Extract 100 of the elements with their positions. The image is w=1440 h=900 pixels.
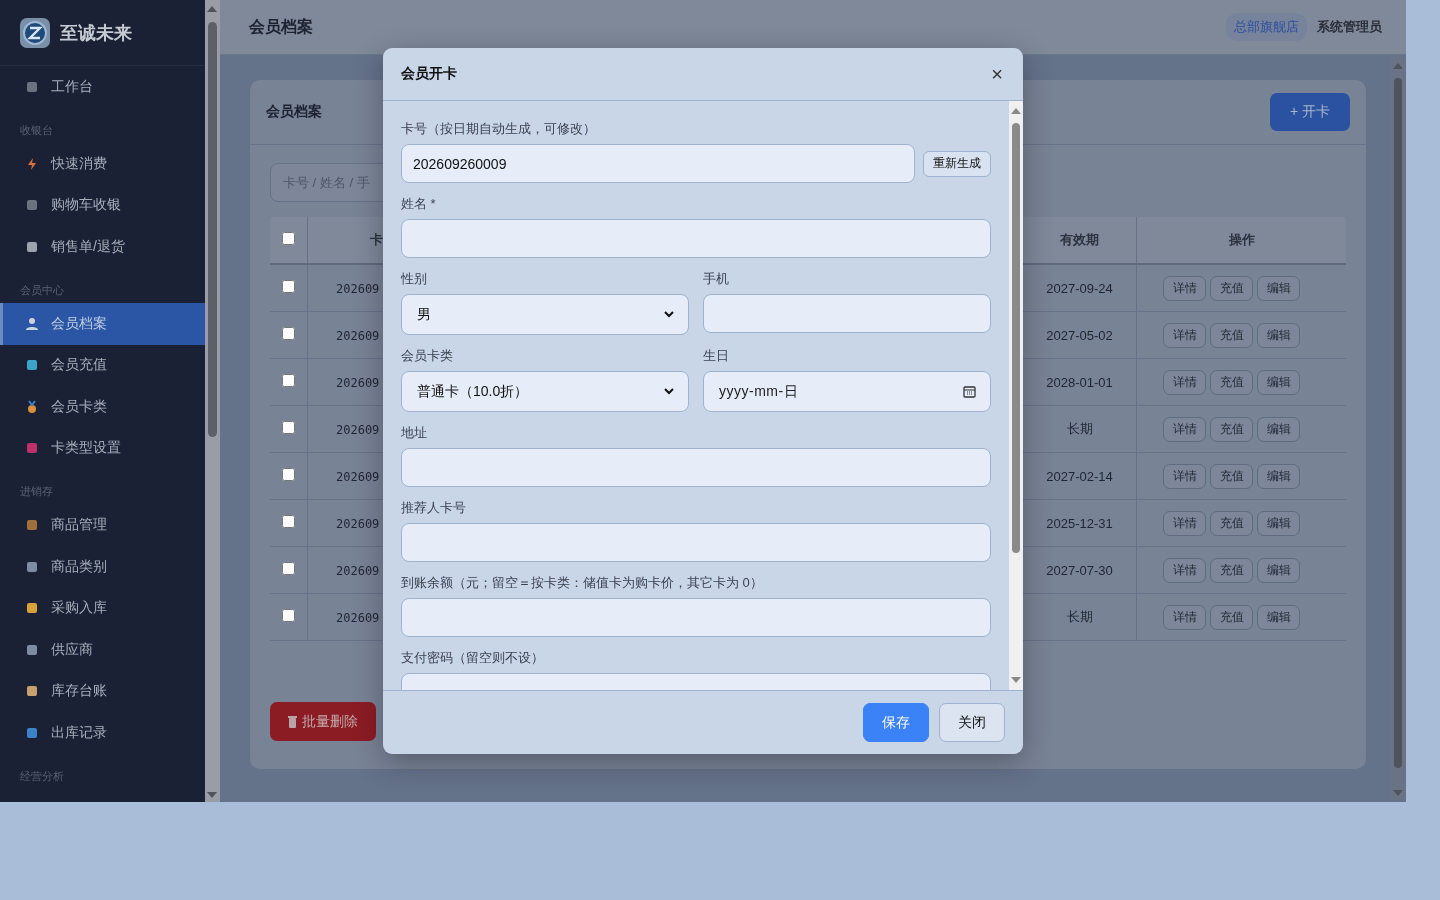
- row-action-button[interactable]: 充值: [1210, 604, 1253, 630]
- row-action-button[interactable]: 编辑: [1257, 275, 1300, 301]
- row-action-button[interactable]: 充值: [1210, 275, 1253, 301]
- row-action-button[interactable]: 编辑: [1257, 557, 1300, 583]
- scrollbar-thumb[interactable]: [1012, 123, 1020, 553]
- row-action-button[interactable]: 充值: [1210, 557, 1253, 583]
- input-field[interactable]: [401, 448, 991, 487]
- nav-item[interactable]: 会员档案: [0, 303, 205, 345]
- field-label: 支付密码（留空则不设）: [401, 650, 545, 666]
- nav-icon: [25, 399, 39, 414]
- nav-item[interactable]: 商品管理: [0, 504, 205, 546]
- input-field[interactable]: [401, 219, 991, 258]
- row-action-button[interactable]: 充值: [1210, 369, 1253, 395]
- row-action-button[interactable]: 详情: [1163, 322, 1206, 348]
- checkbox[interactable]: [282, 468, 295, 481]
- nav-item[interactable]: 商品类别: [0, 546, 205, 588]
- row-action-button[interactable]: 充值: [1210, 463, 1253, 489]
- user-name[interactable]: 系统管理员: [1317, 18, 1382, 36]
- input-field[interactable]: [703, 294, 991, 333]
- field-label: 生日: [703, 348, 730, 364]
- nav-icon: [25, 684, 39, 699]
- scroll-up-icon[interactable]: [1011, 108, 1021, 114]
- nav-item[interactable]: 会员充值: [0, 344, 205, 386]
- brand-name: 至诚未来: [60, 21, 132, 45]
- save-button[interactable]: 保存: [863, 703, 929, 742]
- card-title: 会员档案: [266, 103, 322, 121]
- table-cell-text: 202609: [335, 375, 380, 390]
- row-action-button[interactable]: 详情: [1163, 510, 1206, 536]
- row-action-button[interactable]: 详情: [1163, 416, 1206, 442]
- select-field[interactable]: 普通卡（10.0折）: [401, 371, 689, 412]
- row-action-button[interactable]: 详情: [1163, 604, 1206, 630]
- nav-item[interactable]: 库存台账: [0, 670, 205, 712]
- nav-item[interactable]: 销售单/退货: [0, 226, 205, 268]
- table-cell-text: 202609: [335, 563, 380, 578]
- nav-item[interactable]: 工作台: [0, 66, 205, 108]
- nav-item[interactable]: 卡类型设置: [0, 427, 205, 469]
- row-action-button[interactable]: 编辑: [1257, 322, 1300, 348]
- nav-icon: [25, 79, 39, 94]
- nav-icon: [25, 518, 39, 533]
- row-action-button[interactable]: 编辑: [1257, 463, 1300, 489]
- nav-icon: [25, 358, 39, 373]
- checkbox[interactable]: [282, 609, 295, 622]
- close-button[interactable]: ×: [989, 64, 1005, 84]
- close-dialog-button[interactable]: 关闭: [939, 703, 1005, 742]
- row-action-button[interactable]: 详情: [1163, 275, 1206, 301]
- row-action-button[interactable]: 充值: [1210, 416, 1253, 442]
- scroll-up-icon[interactable]: [1393, 63, 1403, 69]
- scrollbar-thumb[interactable]: [1394, 78, 1402, 768]
- row-action-button[interactable]: 充值: [1210, 322, 1253, 348]
- nav-item[interactable]: 会员卡类: [0, 386, 205, 428]
- row-action-button[interactable]: 编辑: [1257, 604, 1300, 630]
- checkbox[interactable]: [282, 562, 295, 575]
- input-field[interactable]: [401, 523, 991, 562]
- scrollbar-thumb[interactable]: [208, 22, 217, 437]
- nav-icon: [25, 559, 39, 574]
- checkbox[interactable]: [282, 280, 295, 293]
- trash-icon: [288, 715, 297, 728]
- table-header: 操作: [1136, 217, 1346, 264]
- nav-icon: [25, 316, 39, 331]
- logo-icon: [19, 16, 51, 49]
- chevron-icon: [664, 311, 674, 318]
- row-action-button[interactable]: 充值: [1210, 510, 1253, 536]
- field-label: 到账余额（元；留空＝按卡类：储值卡为购卡价，其它卡为 0）: [401, 575, 764, 591]
- row-action-button[interactable]: 编辑: [1257, 369, 1300, 395]
- nav-item[interactable]: 快速消费: [0, 143, 205, 185]
- field-label: 性别: [401, 271, 428, 287]
- open-card-button[interactable]: + 开卡: [1270, 93, 1350, 131]
- field-label: 会员卡类: [401, 348, 454, 364]
- nav-item[interactable]: 采购入库: [0, 587, 205, 629]
- checkbox[interactable]: [282, 515, 295, 528]
- row-action-button[interactable]: 详情: [1163, 369, 1206, 395]
- checkbox[interactable]: [282, 421, 295, 434]
- nav-item[interactable]: 购物车收银: [0, 184, 205, 226]
- row-action-button[interactable]: 详情: [1163, 557, 1206, 583]
- input-field[interactable]: [401, 598, 991, 637]
- checkbox[interactable]: [282, 327, 295, 340]
- field-label: 卡号（按日期自动生成，可修改）: [401, 121, 597, 137]
- regenerate-button[interactable]: 重新生成: [923, 150, 991, 177]
- page-title: 会员档案: [249, 16, 313, 37]
- batch-delete-button[interactable]: 批量删除: [270, 702, 376, 741]
- checkbox[interactable]: [282, 374, 295, 387]
- scroll-down-icon[interactable]: [1011, 677, 1021, 683]
- scroll-down-icon[interactable]: [1393, 790, 1403, 796]
- date-field[interactable]: yyyy-mm-日: [703, 371, 991, 412]
- nav-item[interactable]: 出库记录: [0, 712, 205, 754]
- checkbox[interactable]: [282, 232, 295, 245]
- nav-icon: [25, 601, 39, 616]
- field-label: 姓名 *: [401, 196, 437, 212]
- nav-item[interactable]: 供应商: [0, 629, 205, 671]
- table-cell-text: 202609: [335, 281, 380, 296]
- input-field[interactable]: 202609260009: [401, 144, 915, 183]
- table-cell-text: 202609: [335, 516, 380, 531]
- row-action-button[interactable]: 编辑: [1257, 416, 1300, 442]
- row-action-button[interactable]: 详情: [1163, 463, 1206, 489]
- nav-icon: [25, 441, 39, 456]
- select-field[interactable]: 男: [401, 294, 689, 335]
- row-action-button[interactable]: 编辑: [1257, 510, 1300, 536]
- table-cell-text: 202609: [335, 469, 380, 484]
- field-label: 推荐人卡号: [401, 500, 467, 516]
- calendar-icon: [963, 385, 976, 398]
